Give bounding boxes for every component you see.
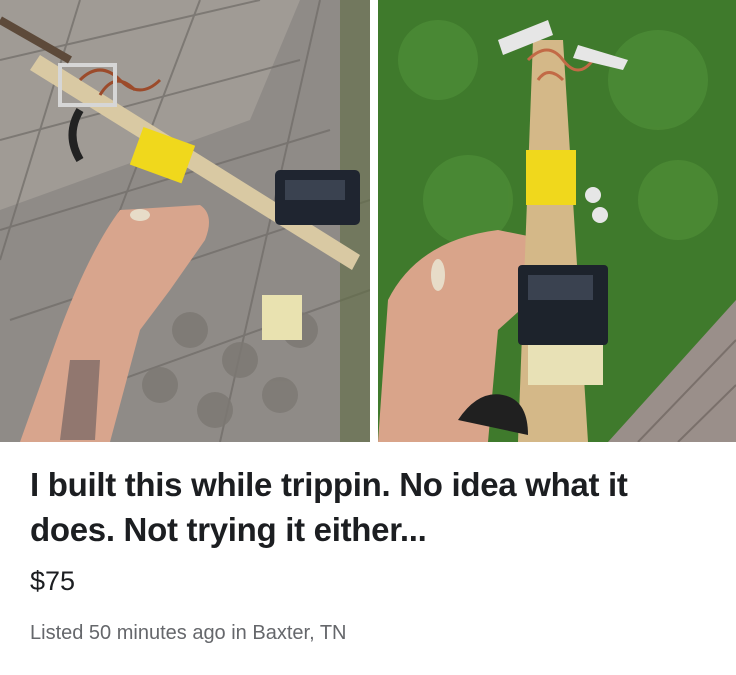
listing-caption: I built this while trippin. No idea what… [30, 462, 720, 646]
photo-left-image [0, 0, 370, 442]
photo-right[interactable] [378, 0, 736, 442]
photo-left[interactable] [0, 0, 370, 442]
photo-divider [370, 0, 378, 442]
photo-right-image [378, 0, 736, 442]
listing-photos [0, 0, 736, 442]
listing-price: $75 [30, 566, 76, 596]
listing-title[interactable]: I built this while trippin. No idea what… [30, 462, 720, 552]
listing-meta: Listed 50 minutes ago in Baxter, TN [30, 622, 347, 644]
